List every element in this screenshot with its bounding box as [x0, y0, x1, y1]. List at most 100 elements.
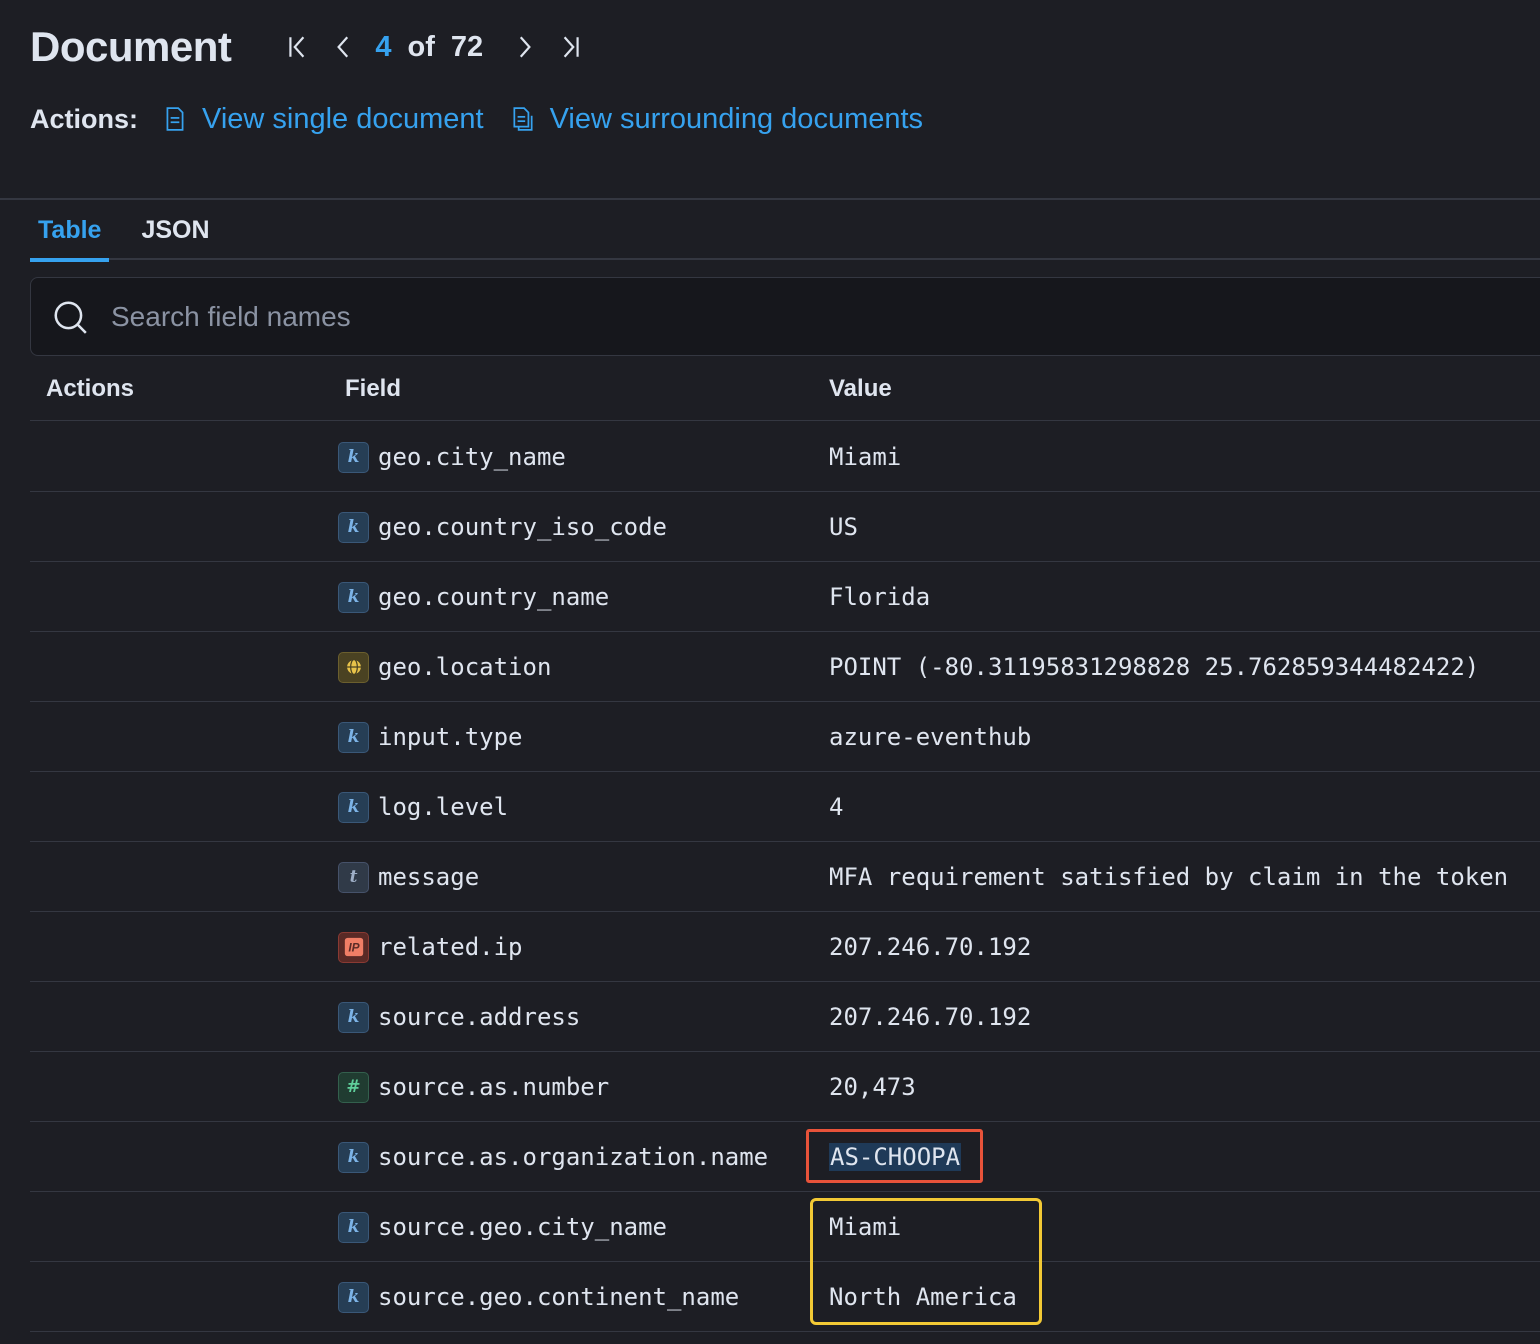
keyword-type-icon: k: [338, 791, 369, 823]
page-of-label: of: [407, 30, 435, 63]
field-cell: IP related.ip: [338, 912, 523, 982]
previous-page-button[interactable]: [321, 24, 367, 70]
document-icon: [166, 107, 184, 131]
field-name: geo.country_iso_code: [378, 513, 667, 541]
field-name: source.geo.city_name: [378, 1213, 667, 1241]
field-name: related.ip: [378, 933, 523, 961]
table-row[interactable]: k input.type azure-eventhub: [30, 702, 1540, 772]
keyword-type-icon: k: [338, 721, 369, 753]
view-single-document-link[interactable]: View single document: [162, 103, 484, 136]
column-header-actions[interactable]: Actions: [46, 356, 134, 421]
table-row[interactable]: t message MFA requirement satisfied by cla…: [30, 842, 1540, 912]
value-cell: 207.246.70.192: [829, 982, 1031, 1052]
field-name: source.geo.continent_name: [378, 1283, 740, 1311]
table-row[interactable]: k source.as.organization.name AS-CHOOPA: [30, 1122, 1540, 1192]
table-row[interactable]: k geo.city_name Miami: [30, 422, 1540, 492]
field-name: input.type: [378, 723, 523, 751]
tab-json[interactable]: JSON: [133, 200, 217, 260]
value-cell: 20,473: [829, 1052, 916, 1122]
keyword-type-icon: k: [338, 1211, 369, 1243]
table-row[interactable]: k source.geo.city_name Miami: [30, 1192, 1540, 1262]
table-row[interactable]: k geo.country_name Florida: [30, 562, 1540, 632]
value-cell: 207.246.70.192: [829, 912, 1031, 982]
search-icon: [54, 300, 87, 334]
table-row[interactable]: IP related.ip 207.246.70.192: [30, 912, 1540, 982]
chevron-left-icon: [337, 36, 349, 58]
table-row[interactable]: k log.level 4: [30, 772, 1540, 842]
field-name: log.level: [378, 793, 509, 821]
field-value: 207.246.70.192: [829, 933, 1032, 961]
field-cell: k source.geo.continent_name: [338, 1262, 739, 1332]
first-page-icon: [289, 36, 305, 58]
field-value: 20,473: [829, 1073, 916, 1101]
column-header-field[interactable]: Field: [345, 356, 401, 421]
column-header-value[interactable]: Value: [829, 356, 892, 421]
field-cell: k log.level: [338, 772, 508, 842]
field-name: source.address: [378, 1003, 581, 1031]
view-surrounding-documents-link[interactable]: View surrounding documents: [510, 103, 923, 136]
value-cell: azure-eventhub: [829, 702, 1031, 772]
field-cell: k source.as.organization.name: [338, 1122, 768, 1192]
table-row[interactable]: # source.as.number 20,473: [30, 1052, 1540, 1122]
table-header: Actions Field Value: [30, 356, 1540, 421]
field-name: geo.location: [378, 653, 552, 681]
document-fields-table: k geo.city_name Miami k geo.country_iso_code…: [30, 422, 1540, 1332]
keyword-type-icon: k: [338, 581, 369, 613]
table-row[interactable]: k geo.country_iso_code US: [30, 492, 1540, 562]
geo-point-type-icon: [338, 651, 369, 683]
value-cell: Florida: [829, 562, 930, 632]
search-input[interactable]: [111, 300, 1311, 333]
view-tabs: Table JSON: [30, 200, 1540, 262]
field-name: source.as.number: [378, 1073, 610, 1101]
documents-icon: [513, 107, 533, 131]
table-row[interactable]: k source.address 207.246.70.192: [30, 982, 1540, 1052]
table-row[interactable]: geo.location POINT (-80.31195831298828 25…: [30, 632, 1540, 702]
document-header: Document 4 of 72: [30, 18, 593, 76]
actions-label: Actions:: [30, 103, 138, 134]
page-title: Document: [30, 23, 232, 70]
last-page-button[interactable]: [547, 24, 593, 70]
field-cell: t message: [338, 842, 479, 912]
field-search-box: [30, 277, 1540, 356]
value-cell: US: [829, 492, 858, 562]
field-cell: k geo.country_iso_code: [338, 492, 667, 562]
field-cell: k input.type: [338, 702, 523, 772]
field-cell: k source.geo.city_name: [338, 1192, 667, 1262]
field-value: US: [829, 513, 858, 541]
highlight-box-red: [806, 1129, 983, 1183]
keyword-type-icon: k: [338, 1141, 369, 1173]
field-cell: k source.address: [338, 982, 580, 1052]
chevron-right-icon: [520, 36, 532, 58]
next-page-button[interactable]: [501, 24, 547, 70]
page-indicator: 4 of 72: [375, 31, 483, 64]
text-type-icon: t: [338, 861, 369, 893]
field-cell: k geo.country_name: [338, 562, 609, 632]
value-cell: MFA requirement satisfied by claim in th…: [829, 842, 1508, 912]
field-name: message: [378, 863, 480, 891]
first-page-button[interactable]: [275, 24, 321, 70]
keyword-type-icon: k: [338, 1001, 369, 1033]
field-value: 207.246.70.192: [829, 1003, 1032, 1031]
field-value: azure-eventhub: [829, 723, 1032, 751]
table-row[interactable]: k source.geo.continent_name North America: [30, 1262, 1540, 1332]
number-type-icon: #: [338, 1071, 369, 1103]
field-cell: geo.location: [338, 632, 551, 702]
last-page-icon: [563, 36, 579, 58]
field-value: Miami: [829, 443, 902, 471]
total-pages: 72: [450, 30, 484, 63]
field-value: POINT (-80.31195831298828 25.76285934448…: [829, 653, 1480, 681]
keyword-type-icon: k: [338, 1281, 369, 1313]
field-value: Florida: [829, 583, 931, 611]
value-cell: POINT (-80.31195831298828 25.76285934448…: [829, 632, 1479, 702]
field-cell: k geo.city_name: [338, 422, 566, 492]
ip-type-icon: IP: [338, 931, 369, 963]
view-single-document-label: View single document: [202, 102, 484, 135]
field-value: MFA requirement satisfied by claim in th…: [829, 863, 1509, 891]
field-name: geo.city_name: [378, 443, 566, 471]
field-name: source.as.organization.name: [378, 1143, 769, 1171]
view-surrounding-documents-label: View surrounding documents: [549, 102, 924, 135]
document-actions: Actions: View single document View surro…: [30, 96, 949, 142]
keyword-type-icon: k: [338, 441, 369, 473]
tab-table[interactable]: Table: [30, 200, 110, 262]
field-name: geo.country_name: [378, 583, 610, 611]
